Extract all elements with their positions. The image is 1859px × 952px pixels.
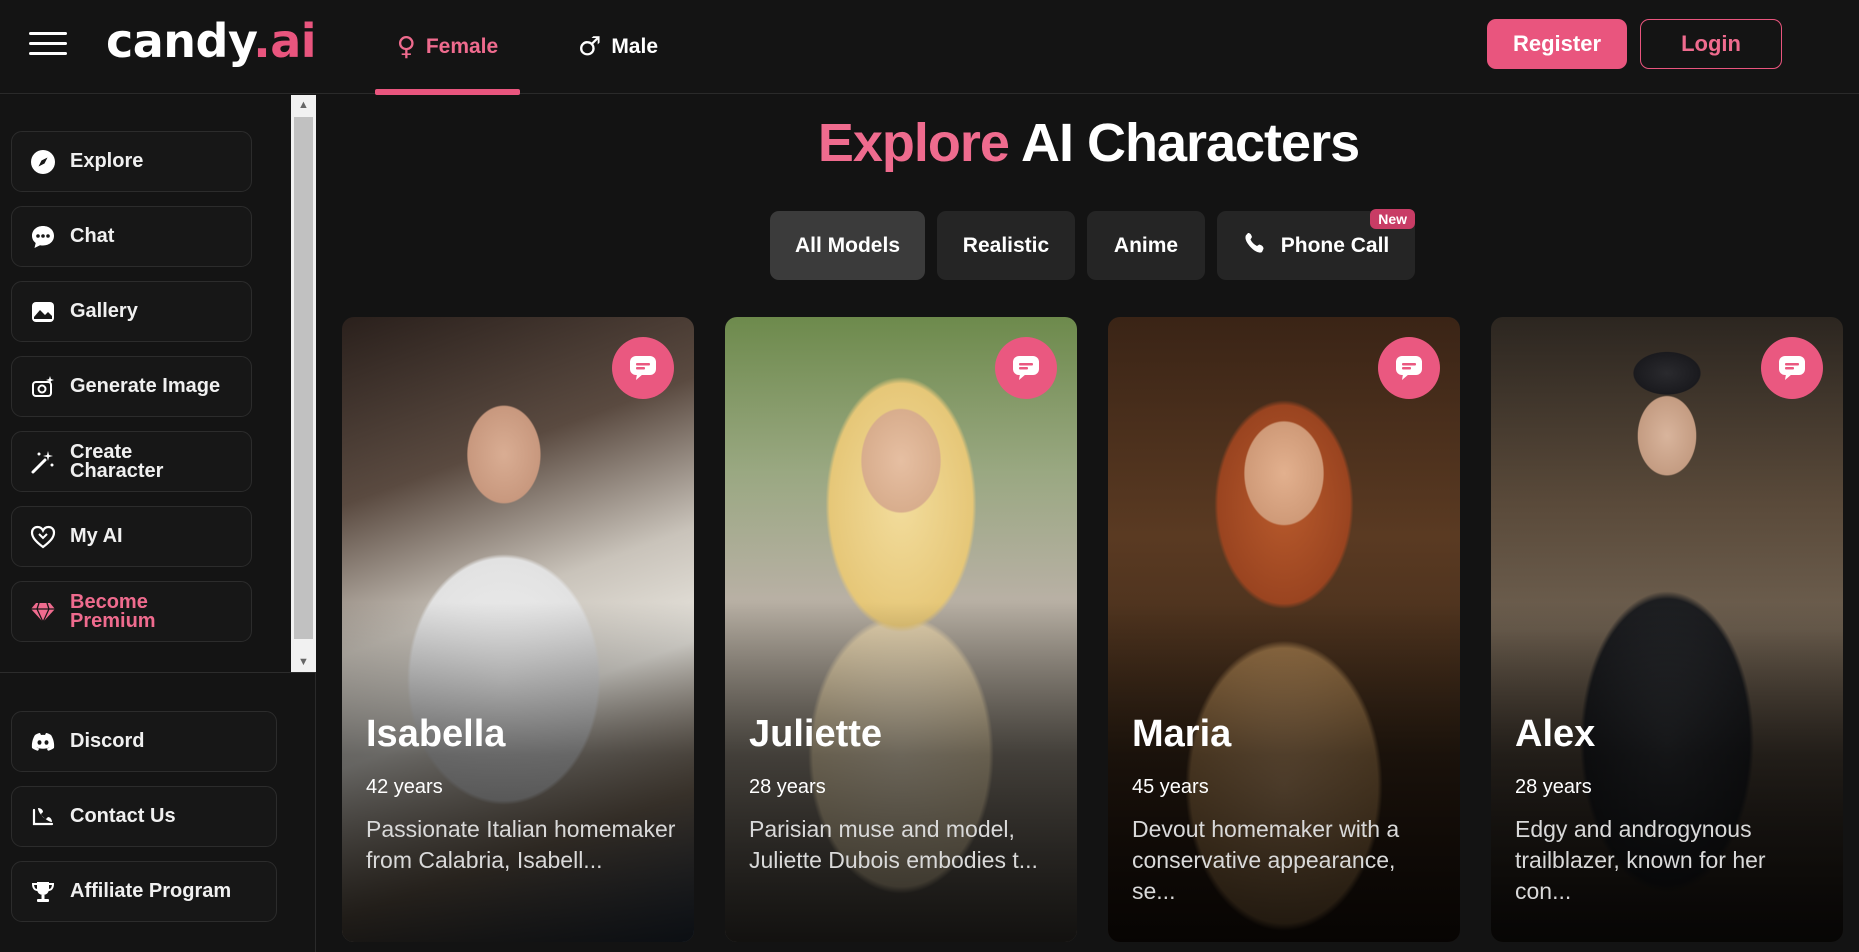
character-age: 28 years bbox=[1515, 776, 1592, 798]
sidebar-item-label: Contact Us bbox=[70, 805, 176, 827]
sidebar-item-become-premium[interactable]: Become Premium bbox=[11, 581, 252, 642]
sidebar-item-label: Chat bbox=[70, 225, 115, 247]
filter-label: Phone Call bbox=[1280, 233, 1390, 257]
tab-female[interactable]: ♀ Female bbox=[375, 0, 520, 95]
top-header: candy.ai ♀ Female ♂ Male Register Login bbox=[0, 0, 1859, 95]
sidebar-item-label: Create Character bbox=[70, 440, 164, 482]
character-age: 28 years bbox=[749, 776, 826, 798]
page-title-accent: Explore bbox=[817, 113, 1010, 173]
character-description: Passionate Italian homemaker from Calabr… bbox=[366, 816, 676, 873]
character-card-alex[interactable]: Alex 28 years Edgy and androgynous trail… bbox=[1491, 317, 1843, 942]
sidebar-item-label: Discord bbox=[70, 730, 145, 752]
sidebar-item-discord[interactable]: Discord bbox=[11, 711, 277, 772]
character-age: 45 years bbox=[1132, 776, 1209, 798]
male-symbol-icon: ♂ bbox=[578, 32, 602, 62]
page-title: Explore AI Characters bbox=[318, 112, 1859, 174]
camera-sparkle-icon bbox=[30, 374, 56, 400]
card-gradient bbox=[725, 602, 1077, 942]
character-name: Isabella bbox=[366, 713, 506, 755]
sidebar-item-chat[interactable]: Chat bbox=[11, 206, 252, 267]
discord-icon bbox=[30, 729, 56, 755]
sidebar-item-contact-us[interactable]: Contact Us bbox=[11, 786, 277, 847]
magic-wand-icon bbox=[30, 449, 56, 475]
sidebar-divider bbox=[0, 672, 316, 673]
diamond-icon bbox=[30, 599, 56, 625]
scrollbar-thumb[interactable] bbox=[294, 117, 313, 639]
sidebar-item-gallery[interactable]: Gallery bbox=[11, 281, 252, 342]
female-symbol-icon: ♀ bbox=[396, 32, 416, 62]
character-age: 42 years bbox=[366, 776, 443, 798]
character-card-juliette[interactable]: Juliette 28 years Parisian muse and mode… bbox=[725, 317, 1077, 942]
logo-main: candy bbox=[106, 14, 254, 68]
sidebar-item-create-character[interactable]: Create Character bbox=[11, 431, 252, 492]
character-card-maria[interactable]: Maria 45 years Devout homemaker with a c… bbox=[1108, 317, 1460, 942]
sidebar-item-label: Explore bbox=[70, 150, 144, 172]
character-description: Parisian muse and model, Juliette Dubois… bbox=[749, 816, 1038, 873]
contact-icon bbox=[30, 804, 56, 830]
character-card-isabella[interactable]: Isabella 42 years Passionate Italian hom… bbox=[342, 317, 694, 942]
sidebar-item-label: Become Premium bbox=[70, 590, 156, 632]
phone-icon bbox=[1243, 231, 1267, 261]
sidebar-item-label: Gallery bbox=[70, 300, 138, 322]
filter-anime[interactable]: Anime bbox=[1087, 211, 1205, 280]
chat-bubble-icon[interactable] bbox=[612, 337, 674, 399]
trophy-icon bbox=[30, 879, 56, 905]
page-title-rest: AI Characters bbox=[1008, 113, 1360, 173]
character-name: Juliette bbox=[749, 713, 883, 755]
heart-icon bbox=[30, 524, 56, 550]
scroll-up-arrow-icon[interactable]: ▲ bbox=[291, 95, 316, 115]
chat-bubble-icon[interactable] bbox=[1761, 337, 1823, 399]
sidebar: Explore Chat Gallery Generate Image Crea… bbox=[0, 95, 316, 952]
filter-label: Realistic bbox=[962, 233, 1050, 257]
sidebar-item-generate-image[interactable]: Generate Image bbox=[11, 356, 252, 417]
filter-label: Anime bbox=[1113, 233, 1179, 257]
logo-accent: .ai bbox=[253, 14, 317, 68]
sidebar-item-label: My AI bbox=[70, 525, 123, 547]
card-gradient bbox=[342, 602, 694, 942]
chat-bubble-icon[interactable] bbox=[1378, 337, 1440, 399]
sidebar-item-label: Generate Image bbox=[70, 375, 221, 397]
new-badge: New bbox=[1370, 209, 1415, 229]
character-name: Maria bbox=[1132, 713, 1232, 755]
sidebar-scrollbar[interactable]: ▲ ▼ bbox=[291, 95, 316, 672]
filter-label: All Models bbox=[794, 233, 900, 257]
filter-realistic[interactable]: Realistic bbox=[937, 211, 1075, 280]
compass-icon bbox=[30, 149, 56, 175]
sidebar-item-label: Affiliate Program bbox=[70, 880, 232, 902]
character-description: Edgy and androgynous trailblazer, known … bbox=[1515, 816, 1766, 904]
filter-phone-call[interactable]: Phone Call New bbox=[1217, 209, 1415, 280]
sidebar-item-my-ai[interactable]: My AI bbox=[11, 506, 252, 567]
filter-all-models[interactable]: All Models bbox=[770, 211, 925, 280]
hamburger-menu-icon[interactable] bbox=[29, 30, 67, 58]
logo[interactable]: candy.ai bbox=[106, 14, 317, 68]
chat-bubble-icon[interactable] bbox=[995, 337, 1057, 399]
image-icon bbox=[30, 299, 56, 325]
scroll-down-arrow-icon[interactable]: ▼ bbox=[291, 652, 316, 672]
character-description: Devout homemaker with a conservative app… bbox=[1132, 816, 1400, 904]
tab-male-label: Male bbox=[611, 35, 658, 58]
register-button[interactable]: Register bbox=[1487, 19, 1627, 69]
login-button[interactable]: Login bbox=[1640, 19, 1782, 69]
character-name: Alex bbox=[1515, 713, 1596, 755]
sidebar-item-affiliate-program[interactable]: Affiliate Program bbox=[11, 861, 277, 922]
tab-female-label: Female bbox=[425, 35, 499, 58]
tab-male[interactable]: ♂ Male bbox=[578, 0, 678, 94]
chat-bubble-icon bbox=[30, 224, 56, 250]
sidebar-item-explore[interactable]: Explore bbox=[11, 131, 252, 192]
